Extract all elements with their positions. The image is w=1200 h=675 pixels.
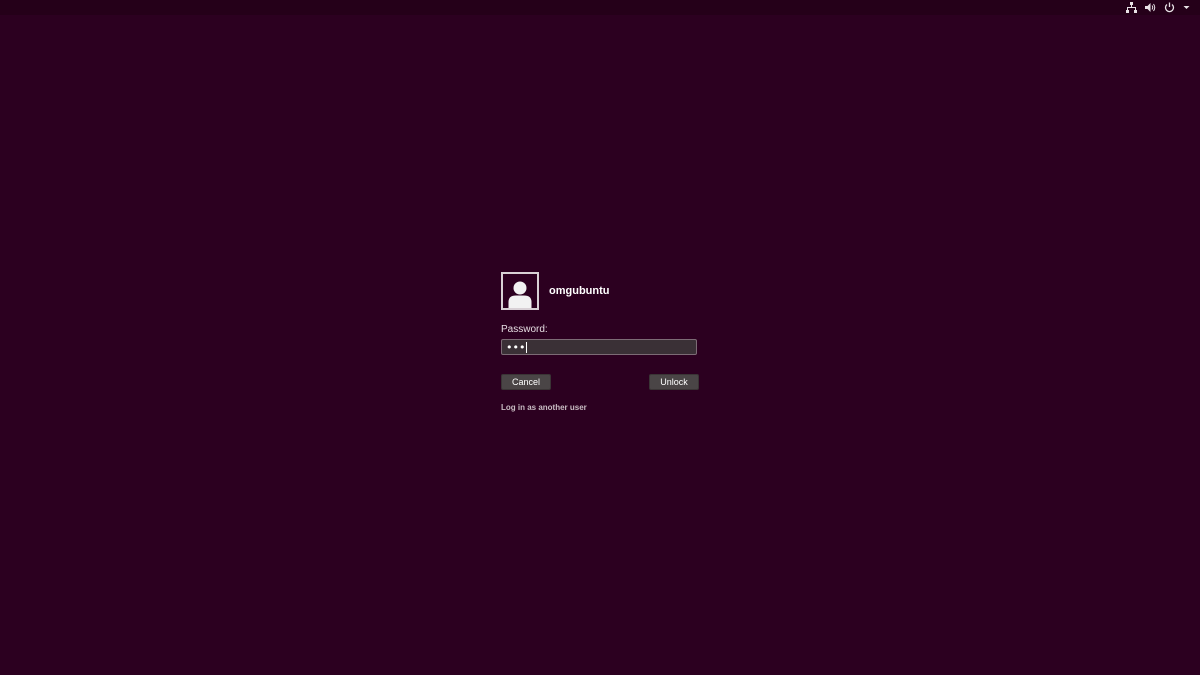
lock-screen: omgubuntu Password: ••• Cancel Unlock Lo… xyxy=(0,0,1200,675)
power-icon[interactable] xyxy=(1164,2,1175,13)
password-input[interactable]: ••• xyxy=(501,339,697,355)
password-label: Password: xyxy=(501,324,548,335)
password-value: ••• xyxy=(506,340,526,354)
indicator-area xyxy=(1126,1,1190,14)
chevron-down-icon[interactable] xyxy=(1183,2,1190,13)
switch-user-link[interactable]: Log in as another user xyxy=(501,403,699,412)
user-row: omgubuntu xyxy=(501,272,699,310)
volume-icon[interactable] xyxy=(1145,2,1156,13)
top-panel xyxy=(0,0,1200,15)
network-icon[interactable] xyxy=(1126,2,1137,13)
username: omgubuntu xyxy=(549,285,610,297)
avatar xyxy=(501,272,539,310)
button-row: Cancel Unlock xyxy=(501,374,699,390)
user-icon xyxy=(508,281,532,308)
unlock-button[interactable]: Unlock xyxy=(649,374,699,390)
text-cursor xyxy=(526,341,528,353)
login-box: omgubuntu Password: ••• Cancel Unlock Lo… xyxy=(501,272,699,412)
cancel-button[interactable]: Cancel xyxy=(501,374,551,390)
